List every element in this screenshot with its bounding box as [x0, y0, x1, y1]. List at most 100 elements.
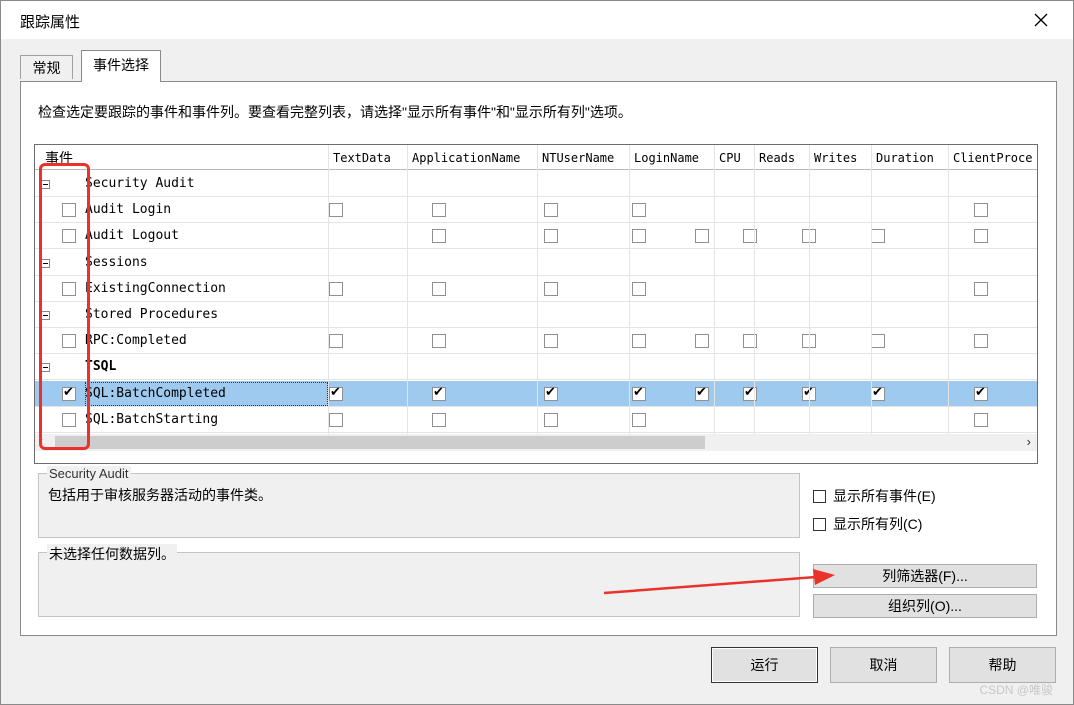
event-label: RPC:Completed	[85, 333, 187, 349]
grid-line	[407, 145, 408, 434]
instruction-text: 检查选定要跟踪的事件和事件列。要查看完整列表，请选择"显示所有事件"和"显示所有…	[38, 104, 632, 120]
event-row[interactable]: ExistingConnection	[35, 276, 1037, 302]
column-header[interactable]: LoginName	[630, 145, 715, 170]
column-checkbox[interactable]	[432, 281, 446, 296]
help-button[interactable]: 帮助	[949, 647, 1056, 683]
watermark: CSDN @唯骏	[979, 683, 1053, 697]
column-checkbox[interactable]	[695, 385, 709, 401]
column-checkbox[interactable]	[329, 412, 343, 427]
column-checkbox[interactable]	[974, 203, 988, 218]
column-checkbox[interactable]	[544, 334, 558, 349]
column-filter-button[interactable]: 列筛选器(F)...	[813, 564, 1037, 588]
column-header[interactable]: Writes	[810, 145, 872, 170]
column-header[interactable]: ClientProce	[949, 145, 1037, 170]
tab-general[interactable]: 常规	[20, 55, 73, 79]
scroll-right-icon[interactable]: ›	[1027, 434, 1031, 449]
column-header[interactable]: NTUserName	[538, 145, 630, 170]
column-checkbox[interactable]	[632, 203, 646, 218]
title-bar: 跟踪属性	[1, 1, 1073, 39]
event-details-group	[38, 473, 800, 538]
grid-line	[328, 145, 329, 434]
close-icon[interactable]	[1027, 7, 1055, 33]
column-checkbox[interactable]	[432, 334, 446, 349]
checkbox-column-highlight	[39, 163, 90, 450]
event-row[interactable]: RPC:Completed	[35, 328, 1037, 355]
column-checkbox[interactable]	[432, 203, 446, 218]
column-checkbox[interactable]	[329, 281, 343, 296]
grid-line	[871, 145, 872, 434]
column-checkbox[interactable]	[432, 229, 446, 244]
grid-line	[629, 145, 630, 434]
event-label: SQL:BatchStarting	[85, 411, 219, 427]
event-label: Audit Logout	[85, 228, 179, 244]
column-checkbox[interactable]	[974, 334, 988, 349]
column-checkbox[interactable]	[695, 334, 709, 349]
grid-line	[537, 145, 538, 434]
category-label: Sessions	[85, 254, 148, 270]
event-row[interactable]: SQL:BatchCompleted	[35, 380, 1037, 407]
event-category-row[interactable]: TSQL	[35, 354, 1037, 381]
category-label: Security Audit	[85, 176, 195, 191]
column-checkbox[interactable]	[432, 385, 446, 401]
column-checkbox[interactable]	[329, 385, 343, 401]
grid-line	[714, 145, 715, 434]
column-header[interactable]: Duration	[872, 145, 949, 170]
category-label: Stored Procedures	[85, 307, 219, 322]
column-checkbox[interactable]	[974, 412, 988, 427]
column-header[interactable]: TextData	[329, 145, 408, 170]
column-checkbox[interactable]	[432, 412, 446, 427]
column-checkbox[interactable]	[329, 334, 343, 349]
column-header[interactable]: Reads	[755, 145, 810, 170]
data-columns-status: 未选择任何数据列。	[47, 544, 177, 564]
focus-rectangle	[85, 381, 328, 406]
show-all-columns-label: 显示所有列(C)	[833, 516, 923, 532]
column-checkbox[interactable]	[544, 412, 558, 427]
column-header[interactable]: ApplicationName	[408, 145, 538, 170]
column-checkbox[interactable]	[544, 385, 558, 401]
column-checkbox[interactable]	[632, 385, 646, 401]
column-checkbox[interactable]	[632, 334, 646, 349]
events-grid: 事件 TextData ApplicationName NTUserName Login…	[34, 144, 1038, 464]
event-row[interactable]: Audit Login	[35, 197, 1037, 224]
show-all-columns-option[interactable]: 显示所有列(C)	[813, 514, 922, 534]
grid-line	[948, 145, 949, 434]
show-all-events-option[interactable]: 显示所有事件(E)	[813, 486, 936, 506]
tab-events-selection[interactable]: 事件选择	[81, 50, 161, 82]
column-checkbox[interactable]	[871, 334, 885, 349]
organize-columns-button[interactable]: 组织列(O)...	[813, 594, 1037, 618]
event-category-row[interactable]: Stored Procedures	[35, 302, 1037, 328]
show-all-columns-checkbox[interactable]	[813, 518, 826, 531]
column-checkbox[interactable]	[632, 412, 646, 427]
column-checkbox[interactable]	[871, 385, 885, 401]
column-checkbox[interactable]	[974, 281, 988, 296]
column-checkbox[interactable]	[632, 229, 646, 244]
event-category-row[interactable]: Security Audit	[35, 171, 1037, 197]
horizontal-scrollbar[interactable]: ‹ ›	[35, 434, 1037, 451]
trace-properties-dialog: 跟踪属性 常规 事件选择 检查选定要跟踪的事件和事件列。要查看完整列表，请选择"…	[0, 0, 1074, 705]
event-label: Audit Login	[85, 202, 172, 218]
event-category-row[interactable]: Sessions	[35, 250, 1037, 276]
grid-line	[754, 145, 755, 434]
event-label: ExistingConnection	[85, 280, 226, 296]
column-checkbox[interactable]	[632, 281, 646, 296]
run-button[interactable]: 运行	[711, 647, 818, 683]
show-all-events-checkbox[interactable]	[813, 490, 826, 503]
column-checkbox[interactable]	[974, 385, 988, 401]
column-checkbox[interactable]	[544, 229, 558, 244]
event-row[interactable]: Audit Logout	[35, 223, 1037, 250]
show-all-events-label: 显示所有事件(E)	[833, 488, 936, 504]
event-row[interactable]: SQL:BatchStarting	[35, 407, 1037, 433]
column-checkbox[interactable]	[695, 229, 709, 244]
window-title: 跟踪属性	[20, 14, 81, 31]
event-details-title: Security Audit	[47, 466, 131, 481]
column-checkbox[interactable]	[544, 281, 558, 296]
column-checkbox[interactable]	[974, 229, 988, 244]
cancel-button[interactable]: 取消	[830, 647, 937, 683]
scrollbar-thumb[interactable]	[55, 436, 705, 449]
column-checkbox[interactable]	[871, 229, 885, 244]
column-checkbox[interactable]	[329, 203, 343, 218]
event-description: 包括用于审核服务器活动的事件类。	[48, 487, 272, 503]
column-header[interactable]: CPU	[715, 145, 755, 170]
grid-line	[809, 145, 810, 434]
column-checkbox[interactable]	[544, 203, 558, 218]
